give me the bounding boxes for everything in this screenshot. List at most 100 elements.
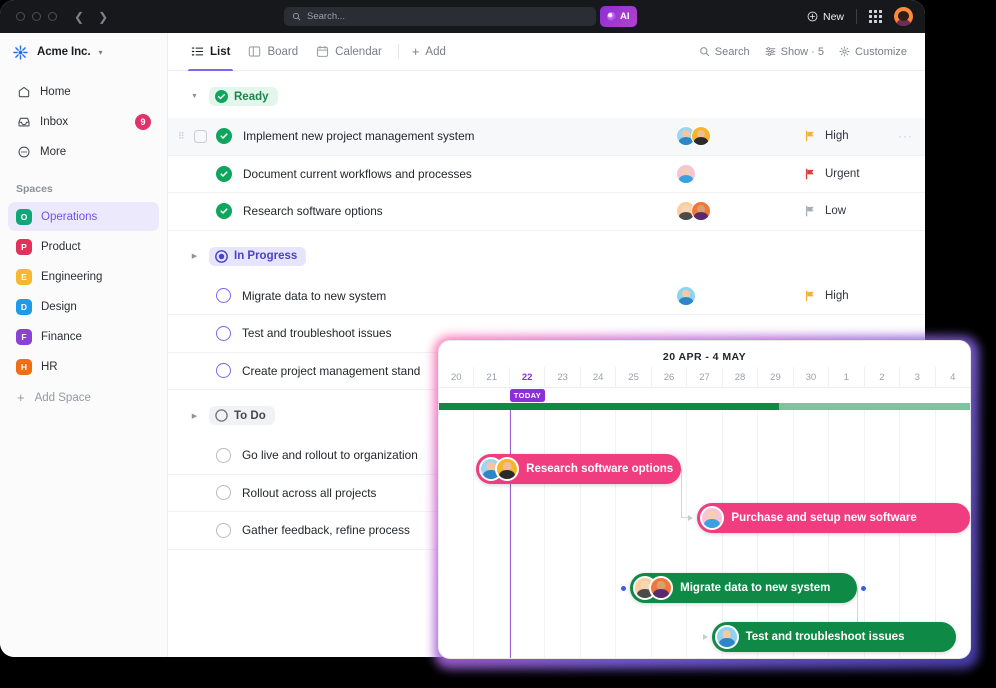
table-row[interactable]: ⠿ Document current workflows and process… [168,156,925,193]
customize-button[interactable]: Customize [839,46,907,58]
tab-calendar[interactable]: Calendar [307,33,391,71]
task-title[interactable]: Create project management stand [242,364,420,378]
task-status-toggle[interactable] [216,288,231,304]
gantt-day-cell[interactable]: 3 [899,367,934,387]
gantt-bar[interactable]: Migrate data to new system [630,573,857,603]
sidebar-item-finance[interactable]: F Finance [8,322,159,351]
sidebar-item-inbox[interactable]: Inbox 9 [8,107,159,137]
tab-board[interactable]: Board [239,33,307,71]
task-status-toggle[interactable] [216,447,231,463]
table-row[interactable]: ⠿ Research software options [168,193,925,231]
group-header-ready[interactable]: ▼ Ready [168,71,925,118]
gantt-day-cell[interactable]: 23 [544,367,579,387]
window-controls[interactable] [16,12,57,21]
add-view-button[interactable]: + Add [406,44,452,59]
filter-icon [765,47,775,56]
avatar [676,285,696,306]
task-title[interactable]: Test and troubleshoot issues [242,326,392,340]
space-label: HR [41,360,58,373]
task-title[interactable]: Rollout across all projects [242,486,376,500]
task-title[interactable]: Migrate data to new system [242,289,386,303]
gantt-day-cell-today[interactable]: 22 [508,367,544,387]
gantt-day-cell[interactable]: 4 [934,367,970,387]
add-space-button[interactable]: + Add Space [8,383,159,412]
priority-cell[interactable]: Low [804,205,846,217]
forward-icon[interactable]: ❯ [98,11,108,23]
task-status-toggle[interactable] [216,203,232,220]
gantt-bar-handle-right[interactable] [860,586,866,591]
table-row[interactable]: ⠿ Migrate data to new system High [168,278,925,315]
task-status-toggle[interactable] [216,522,231,538]
chevron-right-icon[interactable]: ▶ [190,252,199,260]
gantt-day-cell[interactable]: 21 [473,367,508,387]
gantt-overlay-panel: 20 APR - 4 MAY 20 21 22 23 24 25 26 27 2… [434,336,979,669]
task-title[interactable]: Research software options [243,204,383,218]
search-icon [699,47,709,57]
gantt-bar[interactable]: Purchase and setup new software [697,503,970,533]
gantt-date-range: 20 APR - 4 MAY [662,351,747,363]
gantt-day-cell[interactable]: 29 [757,367,792,387]
gantt-day-cell[interactable]: 27 [686,367,721,387]
toolbar-divider [397,44,399,59]
row-more-icon[interactable]: ··· [898,129,913,143]
new-button[interactable]: New [807,11,844,23]
gantt-day-cell[interactable]: 24 [579,367,615,387]
row-checkbox[interactable] [194,129,207,143]
sidebar-item-product[interactable]: P Product [8,232,159,261]
gantt-day-cell[interactable]: 25 [615,367,650,387]
sidebar-item-hr[interactable]: H HR [8,352,159,381]
task-status-toggle[interactable] [216,363,231,379]
priority-cell[interactable]: High [804,290,849,302]
sidebar-item-engineering[interactable]: E Engineering [8,262,159,291]
task-status-toggle[interactable] [216,325,231,341]
sidebar-item-more[interactable]: More [8,137,159,167]
gantt-bar[interactable]: Research software options [476,454,682,484]
space-label: Finance [41,330,82,343]
gantt-day-header: 20 21 22 23 24 25 26 27 28 29 30 1 2 3 4 [439,367,970,388]
workspace-switcher[interactable]: Acme Inc. ▾ [0,33,167,71]
task-title[interactable]: Gather feedback, refine process [242,523,410,537]
sidebar-item-operations[interactable]: O Operations [8,202,159,231]
user-avatar[interactable] [894,7,913,26]
global-search-input[interactable]: Search... [284,7,596,26]
minimize-button[interactable] [32,12,41,21]
task-title[interactable]: Implement new project management system [243,129,474,143]
task-title[interactable]: Go live and rollout to organization [242,448,418,462]
close-button[interactable] [16,12,25,21]
tab-list[interactable]: List [182,33,239,71]
assignee-group[interactable] [676,163,696,184]
apps-grid-icon[interactable] [869,10,882,23]
sidebar-item-home[interactable]: Home [8,77,159,107]
back-icon[interactable]: ❮ [74,11,84,23]
gantt-day-cell[interactable]: 28 [721,367,757,387]
drag-handle[interactable]: ⠿ [178,132,188,141]
maximize-button[interactable] [48,12,57,21]
gantt-day-cell[interactable]: 30 [792,367,828,387]
task-title[interactable]: Document current workflows and processes [243,167,472,181]
task-status-toggle[interactable] [216,165,232,182]
today-line [509,410,512,658]
priority-cell[interactable]: High [804,130,849,142]
search-button[interactable]: Search [699,46,750,58]
assignee-group[interactable] [676,201,711,222]
search-label: Search [714,45,750,58]
gantt-day-cell[interactable]: 26 [650,367,686,387]
gantt-day-cell[interactable]: 2 [863,367,899,387]
task-status-toggle[interactable] [216,128,232,145]
table-row[interactable]: ⠿ Implement new project management syste… [168,118,925,156]
chevron-down-icon[interactable]: ▼ [190,93,199,100]
assignee-group[interactable] [676,126,711,147]
gantt-day-cell[interactable]: 20 [439,367,473,387]
priority-cell[interactable]: Urgent [804,168,860,180]
show-button[interactable]: Show · 5 [765,46,824,58]
window-titlebar: ❮ ❯ Search... AI New [0,0,925,33]
task-status-toggle[interactable] [216,485,231,501]
group-header-in-progress[interactable]: ▶ In Progress [168,231,925,278]
ai-button[interactable]: AI [600,6,637,27]
chevron-right-icon[interactable]: ▶ [190,412,199,420]
gantt-bar[interactable]: Test and troubleshoot issues [711,622,956,652]
sidebar-item-design[interactable]: D Design [8,292,159,321]
gantt-day-cell[interactable]: 1 [828,367,863,387]
assignee-group[interactable] [676,285,696,306]
sidebar-item-label: Inbox [40,116,69,128]
